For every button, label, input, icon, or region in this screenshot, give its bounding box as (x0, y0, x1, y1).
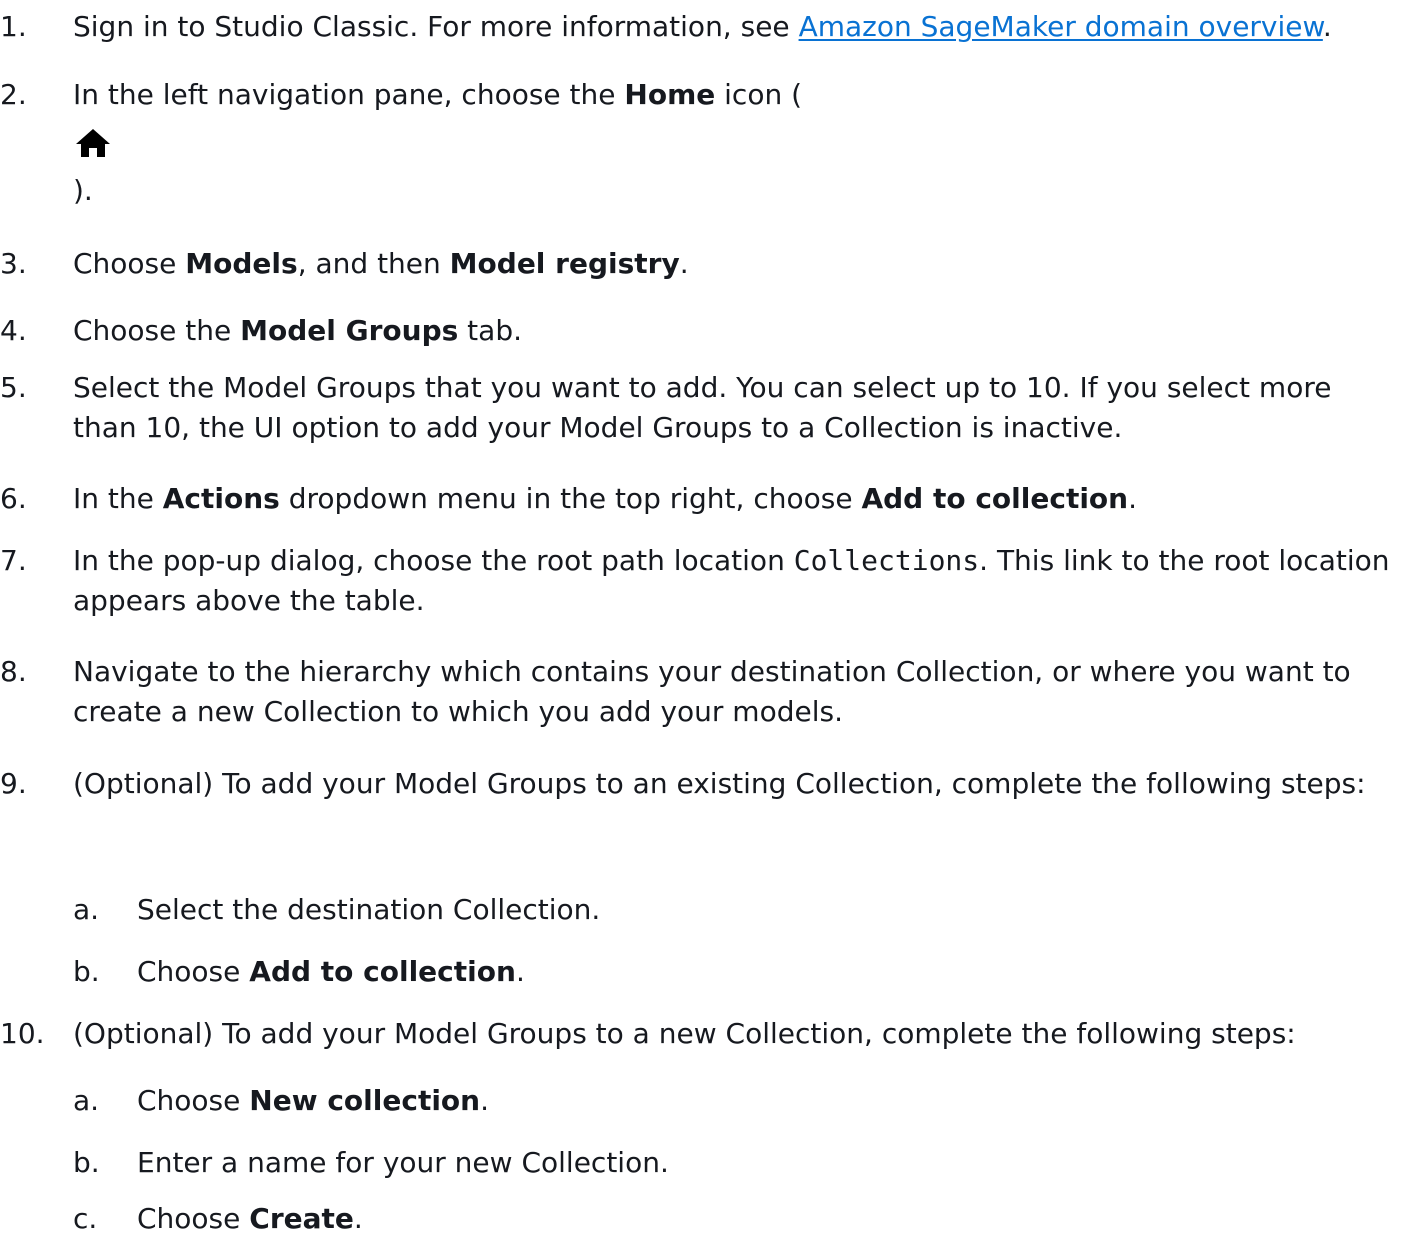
step-number: 9. (0, 767, 27, 800)
step-number: 8. (0, 655, 27, 688)
substep-letter: c. (73, 1202, 98, 1235)
step-text: In the Actions dropdown menu in the top … (73, 482, 1138, 515)
step-text: Choose Models, and then Model registry. (73, 247, 689, 280)
substep-text: Select the destination Collection. (137, 893, 601, 926)
substep-text: Choose Create. (137, 1202, 363, 1235)
step-number: 2. (0, 78, 27, 111)
step-text: Navigate to the hierarchy which contains… (73, 655, 1351, 728)
substep-text: Choose New collection. (137, 1084, 489, 1117)
step-text: Choose the Model Groups tab. (73, 314, 522, 347)
substep-letter: a. (73, 1084, 100, 1117)
substep-text: Enter a name for your new Collection. (137, 1146, 669, 1179)
step-number: 7. (0, 544, 27, 577)
substep-letter: a. (73, 893, 100, 926)
substep-text: Choose Add to collection. (137, 955, 525, 988)
step-text: In the pop-up dialog, choose the root pa… (73, 544, 1390, 617)
step-number: 10. (0, 1017, 45, 1050)
home-icon (76, 129, 110, 157)
step-number: 5. (0, 371, 27, 404)
step-text: (Optional) To add your Model Groups to a… (73, 767, 1366, 800)
step-number: 1. (0, 10, 27, 43)
substep-letter: b. (73, 1146, 100, 1179)
substep-letter: b. (73, 955, 100, 988)
step-text: (Optional) To add your Model Groups to a… (73, 1017, 1296, 1050)
step-text: Sign in to Studio Classic. For more info… (73, 10, 1332, 43)
domain-overview-link[interactable]: Amazon SageMaker domain overview (799, 10, 1323, 43)
step-text: In the left navigation pane, choose the … (73, 78, 803, 207)
collections-code: Collections (793, 544, 980, 577)
step-text: Select the Model Groups that you want to… (73, 371, 1332, 444)
step-number: 4. (0, 314, 27, 347)
step-number: 6. (0, 482, 27, 515)
step-number: 3. (0, 247, 27, 280)
